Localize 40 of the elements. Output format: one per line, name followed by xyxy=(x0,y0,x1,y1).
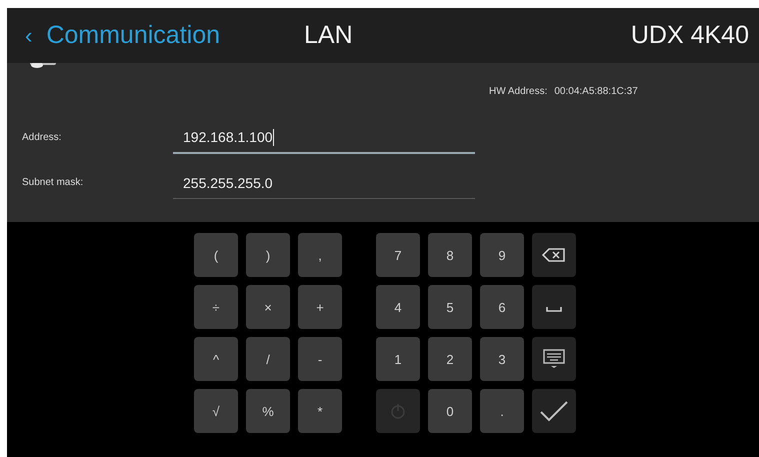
keypad-key[interactable]: × xyxy=(246,285,290,329)
toggle-icon xyxy=(30,63,56,69)
hw-address-label: HW Address: xyxy=(489,86,548,97)
backspace-key[interactable] xyxy=(532,233,576,277)
keypad-key[interactable]: ( xyxy=(194,233,238,277)
keypad-key[interactable]: ÷ xyxy=(194,285,238,329)
keypad-key[interactable]: / xyxy=(246,337,290,381)
input-field[interactable]: 255.255.255.0 xyxy=(173,168,475,199)
keypad-key[interactable]: ^ xyxy=(194,337,238,381)
keypad-key[interactable]: 8 xyxy=(428,233,472,277)
keypad-key[interactable]: % xyxy=(246,389,290,433)
keypad-key[interactable]: 3 xyxy=(480,337,524,381)
keypad-key[interactable]: ) xyxy=(246,233,290,277)
keypad-key[interactable]: - xyxy=(298,337,342,381)
keypad-key[interactable]: . xyxy=(480,389,524,433)
keypad-key[interactable]: 4 xyxy=(376,285,420,329)
keypad-key[interactable]: 1 xyxy=(376,337,420,381)
keypad-key[interactable]: 7 xyxy=(376,233,420,277)
keypad-key[interactable]: 6 xyxy=(480,285,524,329)
keypad-key[interactable]: 2 xyxy=(428,337,472,381)
backspace-icon xyxy=(542,247,566,263)
device-name: UDX 4K40 xyxy=(630,21,749,50)
page-title: LAN xyxy=(304,21,353,50)
field-label: Subnet mask: xyxy=(21,177,84,190)
keypad-key[interactable]: √ xyxy=(194,389,238,433)
keypad-key[interactable]: 5 xyxy=(428,285,472,329)
check-icon xyxy=(539,400,569,422)
keypad-key[interactable]: 0 xyxy=(428,389,472,433)
keyboard-icon xyxy=(543,349,565,369)
check-key[interactable] xyxy=(532,389,576,433)
keyboard-key[interactable] xyxy=(532,337,576,381)
input-field[interactable]: 192.168.1.100 xyxy=(173,122,475,154)
keypad-key[interactable]: 9 xyxy=(480,233,524,277)
keypad-key[interactable]: , xyxy=(298,233,342,277)
keypad-key[interactable]: + xyxy=(298,285,342,329)
space-key[interactable] xyxy=(532,285,576,329)
keypad-key[interactable]: * xyxy=(298,389,342,433)
field-label: Address: xyxy=(21,132,62,145)
back-button[interactable]: ‹ Communication xyxy=(25,21,220,50)
hw-address-value: 00:04:A5:88:1C:37 xyxy=(554,86,638,97)
